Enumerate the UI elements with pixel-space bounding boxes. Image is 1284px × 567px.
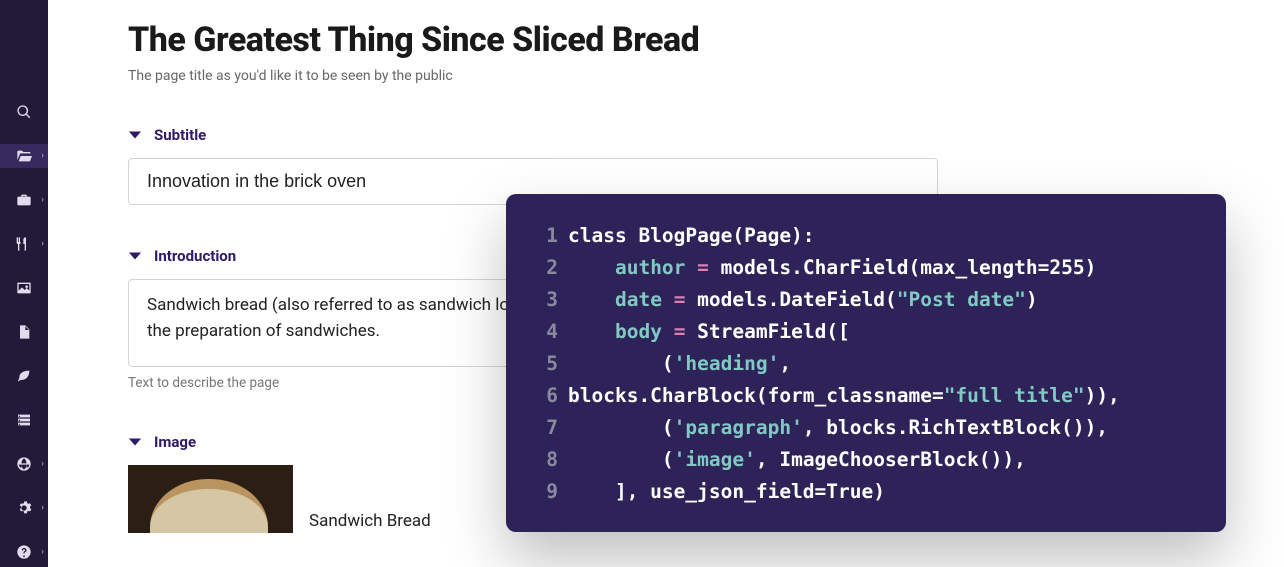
chevron-right-icon: › <box>41 459 44 469</box>
utensils-icon <box>16 236 32 252</box>
sidebar-search[interactable] <box>0 100 48 124</box>
field-subtitle-label: Subtitle <box>154 126 206 144</box>
line-number: 1 <box>534 220 558 252</box>
sidebar-document[interactable] <box>0 320 48 344</box>
field-subtitle-toggle[interactable]: Subtitle <box>128 126 1244 144</box>
code-content: ('paragraph', blocks.RichTextBlock()), <box>568 412 1108 444</box>
help-icon <box>16 544 32 560</box>
code-content: class BlogPage(Page): <box>568 220 815 252</box>
chevron-right-icon: › <box>41 547 44 557</box>
chevron-down-icon <box>128 128 142 142</box>
code-line: 8 ('image', ImageChooserBlock()), <box>534 444 1198 476</box>
sidebar-help[interactable]: › <box>0 540 48 564</box>
sidebar-globe[interactable]: › <box>0 452 48 476</box>
line-number: 8 <box>534 444 558 476</box>
chevron-right-icon: › <box>41 239 44 249</box>
line-number: 6 <box>534 380 558 412</box>
code-overlay: 1class BlogPage(Page):2 author = models.… <box>506 194 1226 532</box>
code-line: 4 body = StreamField([ <box>534 316 1198 348</box>
code-content: author = models.CharField(max_length=255… <box>568 252 1096 284</box>
line-number: 3 <box>534 284 558 316</box>
field-image-label: Image <box>154 433 196 451</box>
code-content: ], use_json_field=True) <box>568 476 885 508</box>
sidebar: › › › › › › <box>0 0 48 567</box>
sidebar-leaf[interactable] <box>0 364 48 388</box>
briefcase-icon <box>16 192 32 208</box>
globe-icon <box>16 456 32 472</box>
line-number: 4 <box>534 316 558 348</box>
chevron-down-icon <box>128 435 142 449</box>
chevron-down-icon <box>128 249 142 263</box>
settings-icon <box>16 500 32 516</box>
page-title: The Greatest Thing Since Sliced Bread <box>128 20 1244 60</box>
field-introduction-label: Introduction <box>154 247 236 265</box>
sidebar-utensils[interactable]: › <box>0 232 48 256</box>
chevron-right-icon: › <box>41 151 44 161</box>
code-content: ('heading', <box>568 348 791 380</box>
image-caption: Sandwich Bread <box>309 511 431 533</box>
line-number: 9 <box>534 476 558 508</box>
page-title-help: The page title as you'd like it to be se… <box>128 68 1244 84</box>
code-line: 3 date = models.DateField("Post date") <box>534 284 1198 316</box>
chevron-right-icon: › <box>41 195 44 205</box>
code-content: blocks.CharBlock(form_classname="full ti… <box>568 380 1120 412</box>
code-line: 6 blocks.CharBlock(form_classname="full t… <box>534 380 1198 412</box>
sidebar-image[interactable] <box>0 276 48 300</box>
storage-icon <box>16 412 32 428</box>
image-icon <box>16 280 32 296</box>
line-number: 7 <box>534 412 558 444</box>
document-icon <box>16 324 32 340</box>
code-line: 2 author = models.CharField(max_length=2… <box>534 252 1198 284</box>
line-number: 5 <box>534 348 558 380</box>
folder-open-icon <box>16 148 32 164</box>
leaf-icon <box>16 368 32 384</box>
code-line: 9 ], use_json_field=True) <box>534 476 1198 508</box>
code-content: date = models.DateField("Post date") <box>568 284 1038 316</box>
code-content: body = StreamField([ <box>568 316 850 348</box>
sidebar-storage[interactable] <box>0 408 48 432</box>
sidebar-briefcase[interactable]: › <box>0 188 48 212</box>
code-line: 7 ('paragraph', blocks.RichTextBlock()), <box>534 412 1198 444</box>
chevron-right-icon: › <box>41 503 44 513</box>
code-line: 1 class BlogPage(Page): <box>534 220 1198 252</box>
code-line: 5 ('heading', <box>534 348 1198 380</box>
image-thumbnail[interactable] <box>128 465 293 533</box>
sidebar-folder-open[interactable]: › <box>0 144 48 168</box>
line-number: 2 <box>534 252 558 284</box>
sidebar-settings[interactable]: › <box>0 496 48 520</box>
code-content: ('image', ImageChooserBlock()), <box>568 444 1026 476</box>
search-icon <box>16 104 32 120</box>
